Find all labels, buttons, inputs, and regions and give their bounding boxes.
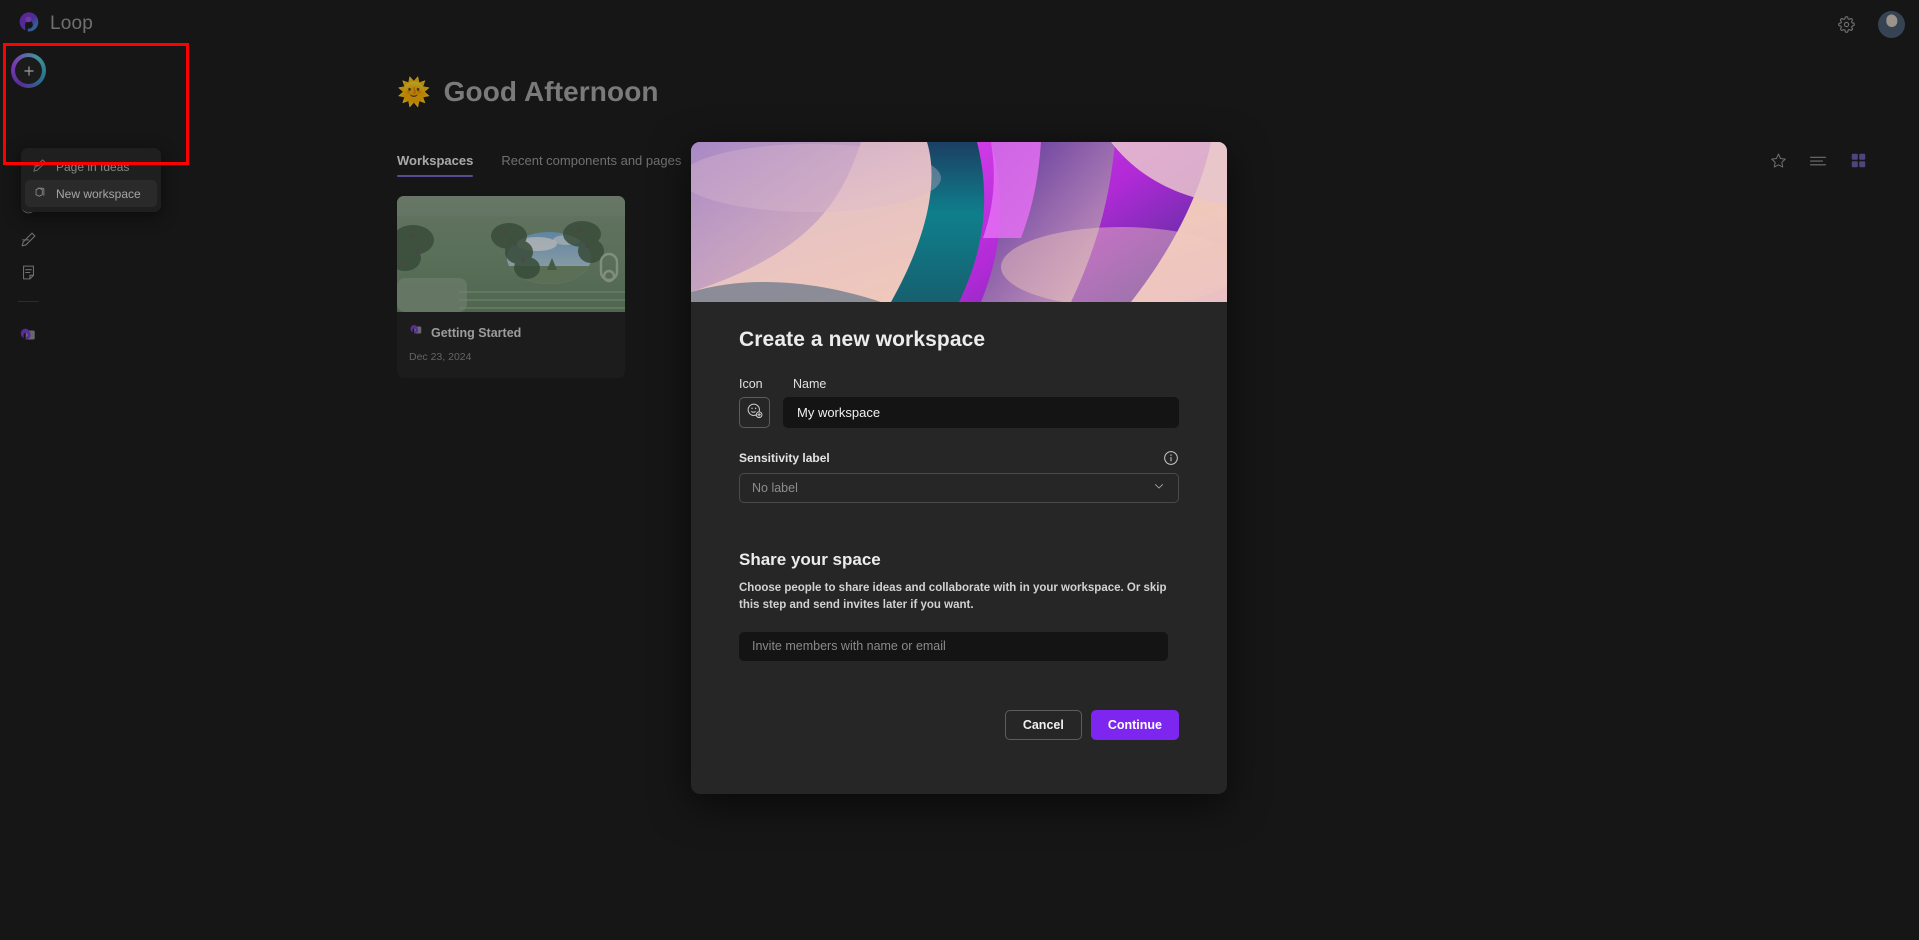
sensitivity-label-select[interactable]: No label [739,473,1179,503]
chevron-down-icon [1152,479,1166,498]
sensitivity-label-row: Sensitivity label [739,450,1179,466]
emoji-add-icon [746,402,763,424]
create-workspace-dialog: Create a new workspace Icon Name My work… [691,142,1227,794]
dialog-banner-image [691,142,1227,302]
app-root: Loop Page in Ideas New workspace 🌞 Good … [0,0,1919,940]
dialog-title: Create a new workspace [739,328,986,351]
icon-field-label: Icon [739,377,763,391]
icon-picker-button[interactable] [739,397,770,428]
share-section-description: Choose people to share ideas and collabo… [739,582,1167,612]
field-labels-row: Icon Name [739,377,1179,391]
workspace-name-input[interactable] [783,397,1179,428]
dialog-actions: Cancel Continue [1004,710,1179,740]
invite-members-input[interactable] [739,631,1168,661]
icon-name-row [739,397,1179,428]
dialog-body: Create a new workspace Icon Name My work… [691,302,1227,794]
name-field-label: Name [793,377,827,391]
cancel-button[interactable]: Cancel [1004,710,1082,740]
sensitivity-label-text: Sensitivity label [739,451,830,465]
continue-button[interactable]: Continue [1090,710,1179,740]
info-icon[interactable] [1163,450,1179,466]
sensitivity-selected-value: No label [752,481,798,495]
share-section-title: Share your space [739,550,881,569]
